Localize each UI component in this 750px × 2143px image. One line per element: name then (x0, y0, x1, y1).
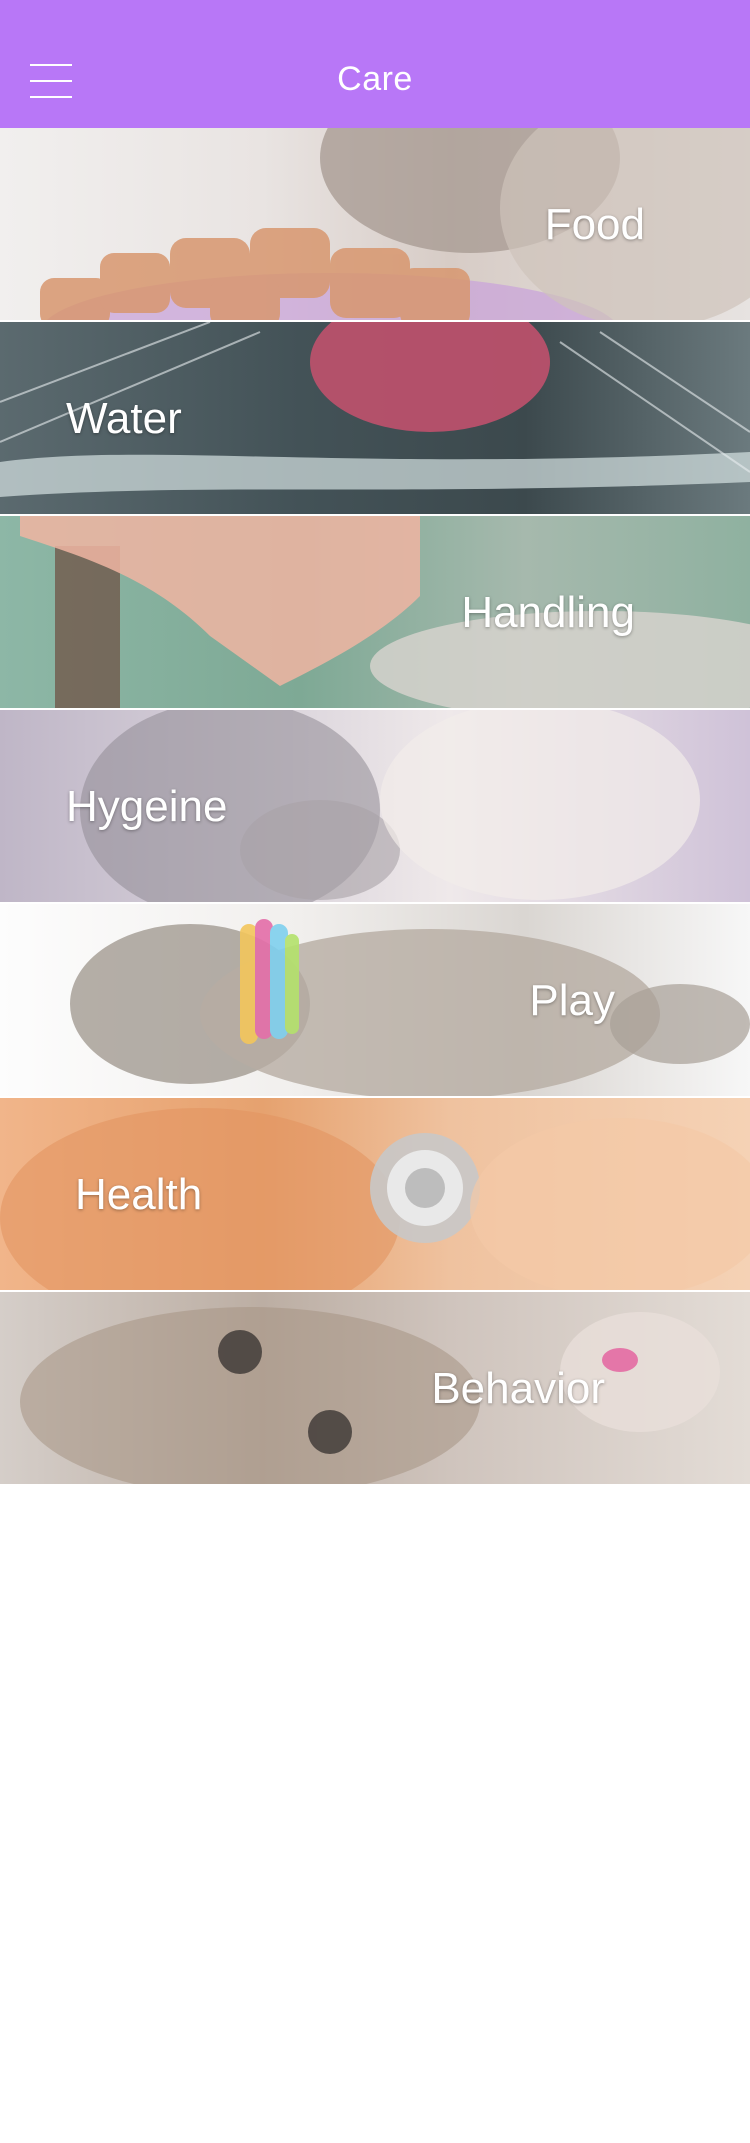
category-card-behavior[interactable]: Behavior (0, 1292, 750, 1484)
category-label-handling: Handling (461, 588, 635, 637)
handling-banner-image (20, 516, 750, 708)
category-label-behavior: Behavior (431, 1364, 605, 1413)
category-card-handling[interactable]: Handling (0, 516, 750, 708)
app-header: Care (0, 0, 750, 128)
page-title: Care (337, 60, 413, 98)
care-category-list: Food Water Handling Hygeine Play Health … (0, 128, 750, 1486)
category-card-food[interactable]: Food (0, 128, 750, 320)
category-card-water[interactable]: Water (0, 322, 750, 514)
category-label-health: Health (75, 1170, 203, 1219)
category-card-hygeine[interactable]: Hygeine (0, 710, 750, 902)
category-label-hygeine: Hygeine (66, 782, 228, 831)
category-label-water: Water (66, 394, 182, 443)
category-label-play: Play (529, 976, 615, 1025)
category-label-food: Food (544, 200, 645, 249)
behavior-banner-image (20, 1307, 720, 1484)
play-banner-image (70, 919, 750, 1096)
category-card-play[interactable]: Play (0, 904, 750, 1096)
category-card-health[interactable]: Health (0, 1098, 750, 1290)
